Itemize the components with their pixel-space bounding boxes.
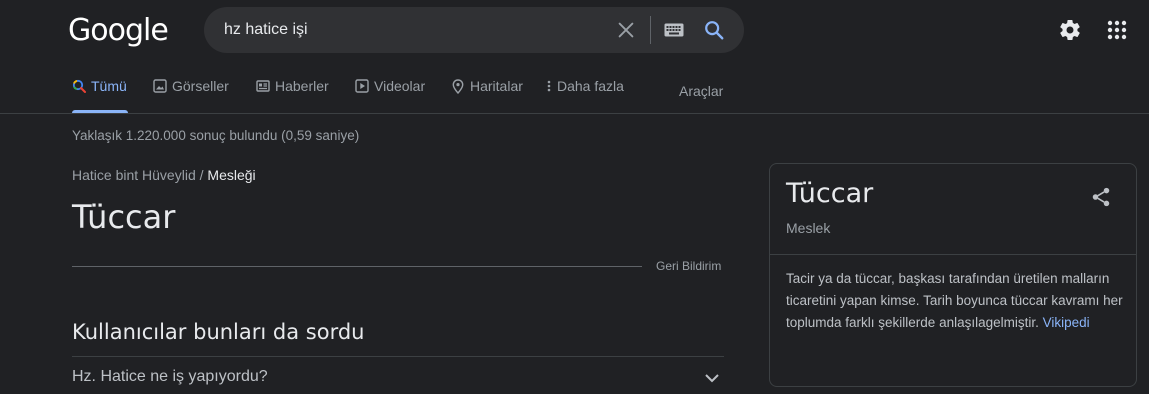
search-icon[interactable] xyxy=(703,19,725,41)
kp-title: Tüccar xyxy=(786,178,874,209)
tab-news[interactable]: Haberler xyxy=(256,78,329,112)
paa-question-text: Hz. Hatice ne iş yapıyordu? xyxy=(72,368,268,385)
tab-maps[interactable]: Haritalar xyxy=(451,78,523,112)
more-vert-icon xyxy=(547,80,551,92)
search-input[interactable] xyxy=(224,7,604,53)
knowledge-panel: Tüccar Meslek Tacir ya da tüccar, başkas… xyxy=(769,163,1137,387)
tab-label: Daha fazla xyxy=(557,78,624,94)
tab-label: Tümü xyxy=(91,78,127,94)
people-also-ask-title: Kullanıcılar bunları da sordu xyxy=(72,320,365,344)
search-icon xyxy=(72,79,86,93)
header-divider xyxy=(0,113,1149,114)
kp-divider xyxy=(770,254,1136,255)
search-box[interactable] xyxy=(204,7,744,53)
wikipedia-link[interactable]: Vikipedi xyxy=(1043,315,1090,330)
chevron-down-icon xyxy=(705,374,719,383)
news-icon xyxy=(256,80,270,92)
breadcrumb: Hatice bint Hüveylid / Mesleği xyxy=(72,167,256,183)
answer-title: Tüccar xyxy=(72,198,176,236)
tab-label: Görseller xyxy=(172,78,229,94)
answer-divider xyxy=(72,266,642,267)
tab-videos[interactable]: Videolar xyxy=(355,78,425,112)
image-icon xyxy=(153,79,167,93)
result-stats: Yaklaşık 1.220.000 sonuç bulundu (0,59 s… xyxy=(72,128,360,143)
settings-gear-icon[interactable] xyxy=(1058,18,1082,42)
tab-all[interactable]: Tümü xyxy=(72,78,128,113)
kp-description: Tacir ya da tüccar, başkası tarafından ü… xyxy=(786,268,1131,334)
kp-subtitle: Meslek xyxy=(786,220,831,236)
paa-question[interactable]: Hz. Hatice ne iş yapıyordu? xyxy=(72,368,724,394)
play-icon xyxy=(355,79,369,93)
breadcrumb-current: Mesleği xyxy=(207,167,256,183)
google-logo[interactable]: Google xyxy=(68,13,169,48)
keyboard-icon[interactable] xyxy=(664,23,684,37)
share-icon[interactable] xyxy=(1090,186,1112,208)
map-pin-icon xyxy=(452,79,464,94)
breadcrumb-link[interactable]: Hatice bint Hüveylid xyxy=(72,167,196,183)
tab-more[interactable]: Daha fazla xyxy=(546,78,624,112)
paa-divider xyxy=(72,356,724,357)
apps-grid-icon[interactable] xyxy=(1106,19,1128,41)
clear-icon[interactable] xyxy=(615,19,637,41)
tab-label: Videolar xyxy=(374,78,426,94)
tab-label: Haberler xyxy=(275,78,329,94)
tab-label: Haritalar xyxy=(470,78,523,94)
feedback-link[interactable]: Geri Bildirim xyxy=(656,259,721,273)
tab-images[interactable]: Görseller xyxy=(153,78,229,112)
breadcrumb-separator: / xyxy=(199,167,204,183)
search-divider xyxy=(650,16,651,44)
tools-button[interactable]: Araçlar xyxy=(679,83,723,99)
